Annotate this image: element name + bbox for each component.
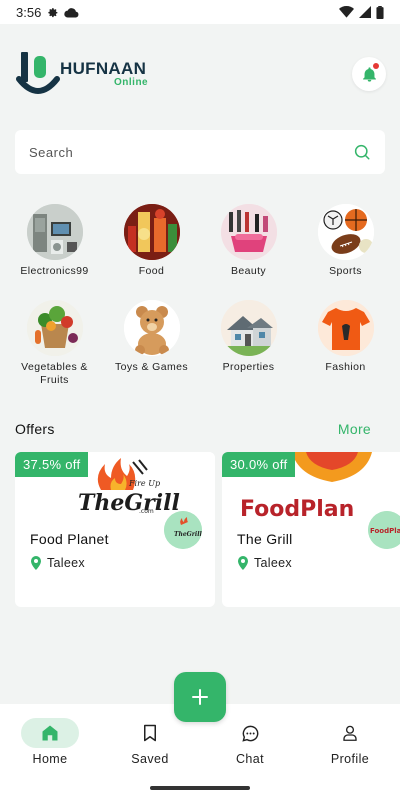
cloud-icon	[64, 7, 79, 18]
offer-card[interactable]: FoodPlan 30.0% off FoodPlan The Grill Ta…	[222, 452, 400, 607]
search-icon[interactable]	[353, 143, 371, 161]
store-name: The Grill	[237, 531, 293, 547]
category-label: Food	[138, 265, 165, 277]
nav-label: Home	[32, 752, 68, 766]
electronics-image	[26, 204, 83, 260]
search-bar[interactable]	[15, 130, 385, 174]
brand-name: HUFNAAN	[60, 59, 147, 78]
category-electronics[interactable]: Electronics99	[6, 204, 103, 292]
home-gesture-handle[interactable]	[150, 786, 250, 790]
status-time: 3:56	[16, 4, 42, 20]
nav-label: Chat	[235, 752, 264, 766]
battery-icon	[376, 5, 384, 19]
wifi-icon	[339, 6, 354, 18]
category-toys[interactable]: Toys & Games	[103, 300, 200, 388]
category-beauty[interactable]: Beauty	[200, 204, 297, 292]
offers-more-link[interactable]: More	[338, 421, 371, 437]
house-image	[220, 300, 277, 356]
brand-subtitle: Online	[114, 77, 149, 88]
store-location: Taleex	[30, 556, 85, 570]
teddy-bear-image	[123, 300, 180, 356]
location-label: Taleex	[47, 556, 85, 570]
location-pin-icon	[238, 556, 248, 570]
category-sports[interactable]: Sports	[297, 204, 394, 292]
sports-image	[317, 204, 374, 260]
svg-text:FoodPlan: FoodPlan	[370, 527, 400, 535]
nav-home[interactable]: Home	[0, 704, 100, 780]
category-label: Vegetables & Fruits	[21, 361, 88, 386]
category-properties[interactable]: Properties	[200, 300, 297, 388]
discount-badge: 30.0% off	[222, 452, 296, 477]
category-label: Properties	[222, 361, 275, 373]
discount-badge: 37.5% off	[15, 452, 89, 477]
brand-logo[interactable]: HUFNAAN Online	[16, 51, 156, 101]
banner-brand-text: FoodPlan	[240, 497, 354, 522]
gesture-bar	[0, 780, 400, 800]
notification-dot	[373, 63, 379, 69]
app-header: HUFNAAN Online	[0, 24, 400, 106]
bookmark-icon	[144, 724, 156, 742]
signal-icon	[359, 6, 371, 18]
status-bar: 3:56	[0, 0, 400, 24]
chat-icon	[241, 725, 258, 742]
category-grid: Electronics99 Food Beauty Sports Vegetab…	[6, 204, 394, 388]
nav-label: Profile	[330, 752, 370, 766]
category-vegetables[interactable]: Vegetables & Fruits	[6, 300, 103, 388]
banner-sub-text: .com	[139, 508, 154, 515]
beauty-image	[220, 204, 277, 260]
category-label: Fashion	[325, 361, 366, 373]
vegetables-image	[26, 300, 83, 356]
nav-label: Saved	[131, 752, 169, 766]
svg-text:TheGrill: TheGrill	[174, 531, 202, 538]
category-label: Electronics99	[20, 265, 89, 277]
category-label: Toys & Games	[114, 361, 189, 373]
offer-card[interactable]: Fire Up TheGrill .com 37.5% off TheGrill…	[15, 452, 215, 607]
location-label: Taleex	[254, 556, 292, 570]
category-label: Sports	[329, 265, 362, 277]
plus-icon	[192, 689, 208, 705]
category-fashion[interactable]: Fashion	[297, 300, 394, 388]
notification-button[interactable]	[352, 57, 386, 91]
category-food[interactable]: Food	[103, 204, 200, 292]
store-location: Taleex	[237, 556, 292, 570]
banner-brand-text: TheGrill	[78, 490, 180, 516]
add-button[interactable]	[174, 672, 226, 722]
profile-icon	[343, 725, 357, 741]
settings-gear-icon	[48, 7, 58, 17]
food-image	[123, 204, 180, 260]
tshirt-image	[317, 300, 374, 356]
nav-profile[interactable]: Profile	[300, 704, 400, 780]
category-label: Beauty	[230, 265, 267, 277]
hufnaan-logo-icon	[16, 52, 60, 94]
home-icon	[42, 725, 58, 741]
banner-top-text: Fire Up	[128, 479, 160, 488]
store-logo: TheGrill	[164, 511, 202, 549]
search-input[interactable]	[29, 144, 353, 160]
offers-heading: Offers	[15, 421, 55, 437]
location-pin-icon	[31, 556, 41, 570]
store-logo: FoodPlan	[368, 511, 400, 549]
store-name: Food Planet	[30, 531, 109, 547]
